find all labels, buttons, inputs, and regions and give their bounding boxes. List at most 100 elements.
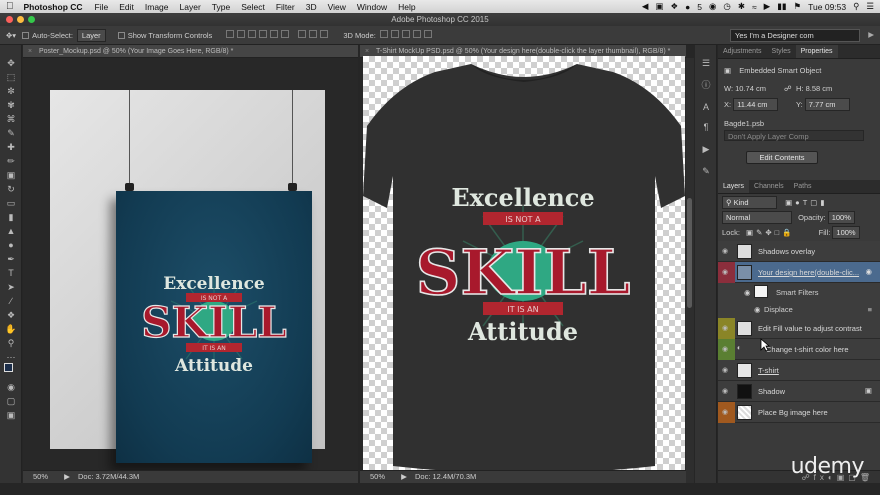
align-top-icon[interactable] [226, 30, 235, 38]
layer-your-design[interactable]: ◉ Your design here(double-clic... ◉ [718, 262, 880, 339]
crop-tool-icon[interactable]: ⌘ [5, 113, 17, 125]
filter-effects-icon[interactable]: ◉ [865, 267, 872, 276]
actions-panel-icon[interactable]: ▶ [700, 143, 712, 155]
time-machine-icon[interactable]: ◷ [723, 1, 730, 12]
fill-value[interactable]: 100% [832, 226, 860, 239]
quick-mask-icon[interactable]: ◉ [5, 381, 17, 393]
layer-thumbnail[interactable] [737, 363, 752, 378]
dropbox-icon[interactable]: ❖ [671, 1, 679, 12]
blur-tool-icon[interactable]: ▲ [5, 225, 17, 237]
displace-filter-row[interactable]: ◉ Displace ≡ [718, 301, 880, 318]
y-value[interactable]: 7.77 cm [804, 98, 850, 111]
visibility-eye-icon[interactable]: ◉ [722, 345, 732, 353]
align-right-icon[interactable] [281, 30, 290, 38]
zoom-window-icon[interactable] [28, 16, 35, 23]
menu-layer[interactable]: Layer [180, 2, 201, 12]
menu-3d[interactable]: 3D [306, 2, 317, 12]
filter-options-icon[interactable]: ≡ [868, 305, 872, 314]
status-triangle-icon[interactable]: ◀ [642, 1, 649, 12]
link-icon[interactable]: ☍ [784, 84, 792, 93]
distribute-v-icon[interactable] [309, 30, 318, 38]
eyedropper-tool-icon[interactable]: ✎ [5, 127, 17, 139]
workspace-selector[interactable]: Yes I'm a Designer com [730, 29, 860, 42]
fill-layer-icon[interactable]: ◐ [737, 343, 742, 352]
stamp-tool-icon[interactable]: ▣ [5, 169, 17, 181]
brush-tool-icon[interactable]: ✏ [5, 155, 17, 167]
doc-tab-poster[interactable]: × Poster_Mockup.psd @ 50% (Your Image Goe… [23, 45, 358, 58]
auto-select-dropdown[interactable]: Layer [76, 28, 106, 42]
layer-thumbnail[interactable] [737, 321, 752, 336]
scrollbar-thumb[interactable] [687, 198, 692, 308]
hand-tool-icon[interactable]: ✋ [5, 323, 17, 335]
visibility-eye-icon[interactable]: ◉ [722, 366, 732, 374]
tab-styles[interactable]: Styles [767, 45, 796, 58]
menu-edit[interactable]: Edit [119, 2, 134, 12]
brushes-panel-icon[interactable]: ✎ [700, 165, 712, 177]
path-select-tool-icon[interactable]: ➤ [5, 281, 17, 293]
align-center-icon[interactable] [270, 30, 279, 38]
pen-tool-icon[interactable]: ✒ [5, 253, 17, 265]
layer-thumbnail[interactable] [737, 244, 752, 259]
spotlight-icon[interactable]: ⚲ [853, 1, 859, 12]
displace-eye-icon[interactable]: ◉ [754, 305, 761, 314]
menu-view[interactable]: View [328, 2, 346, 12]
foreground-color-swatch[interactable] [4, 363, 13, 372]
screen-mode-alt-icon[interactable]: ▣ [5, 409, 17, 421]
menu-filter[interactable]: Filter [276, 2, 295, 12]
close-tab-icon[interactable]: × [28, 45, 32, 58]
vertical-scrollbar[interactable] [686, 58, 694, 483]
smart-filter-eye-icon[interactable]: ◉ [744, 288, 751, 297]
status-arrow-icon[interactable]: ▶ [64, 472, 70, 481]
type-tool-icon[interactable]: T [5, 267, 17, 279]
zoom-level[interactable]: 50% [370, 472, 385, 481]
filter-icons[interactable]: ▣●T▢▮ [785, 198, 827, 207]
zoom-level[interactable]: 50% [33, 472, 48, 481]
visibility-eye-icon[interactable]: ◉ [722, 268, 732, 276]
status-square-icon[interactable]: ▣ [655, 1, 663, 12]
quick-select-tool-icon[interactable]: ✾ [5, 99, 17, 111]
kind-filter-dropdown[interactable]: ⚲ Kind [722, 196, 777, 209]
align-left-icon[interactable] [259, 30, 268, 38]
panel-toggle-icon[interactable]: ▶ [868, 30, 874, 39]
3d-tool-icon[interactable]: ❖ [5, 309, 17, 321]
menu-help[interactable]: Help [398, 2, 415, 12]
flag-icon[interactable]: ⚑ [794, 1, 802, 12]
character-panel-icon[interactable]: A [700, 101, 712, 113]
volume-icon[interactable]: ▶ [764, 1, 771, 12]
3d-drag-icon[interactable] [401, 30, 410, 38]
tshirt-canvas[interactable]: Excellence IS NOT A SKILL IT IS AN Attit… [363, 56, 685, 476]
eraser-tool-icon[interactable]: ▭ [5, 197, 17, 209]
layer-shadow[interactable]: ◉ Shadow ▣ [718, 381, 880, 402]
3d-rotate-icon[interactable] [379, 30, 388, 38]
3d-slide-icon[interactable] [412, 30, 421, 38]
move-tool-preset-icon[interactable]: ✥▾ [6, 31, 16, 40]
smart-object-thumbnail[interactable] [737, 265, 752, 280]
wifi-icon[interactable]: ≈ [752, 2, 757, 12]
layer-tshirt[interactable]: ◉ T-shirt [718, 360, 880, 381]
tab-paths[interactable]: Paths [789, 180, 817, 193]
layer-place-bg[interactable]: ◉ Place Bg image here [718, 402, 880, 423]
layer-edit-fill[interactable]: ◉ Edit Fill value to adjust contrast [718, 318, 880, 339]
layer-change-color[interactable]: ◉ ◐ Change t-shirt color here [718, 339, 880, 360]
filter-mask-thumbnail[interactable] [754, 285, 768, 298]
x-value[interactable]: 11.44 cm [733, 98, 779, 111]
tab-adjustments[interactable]: Adjustments [718, 45, 767, 58]
distribute-icon[interactable] [298, 30, 307, 38]
history-brush-tool-icon[interactable]: ↻ [5, 183, 17, 195]
distribute-h-icon[interactable] [320, 30, 329, 38]
visibility-eye-icon[interactable]: ◉ [722, 324, 732, 332]
layer-comp-dropdown[interactable]: Don't Apply Layer Comp [724, 130, 864, 141]
visibility-eye-icon[interactable]: ◉ [722, 247, 732, 255]
tab-layers[interactable]: Layers [718, 180, 750, 193]
status-dot-icon[interactable]: ● [685, 2, 690, 12]
history-panel-icon[interactable]: ☰ [700, 57, 712, 69]
tab-properties[interactable]: Properties [795, 45, 838, 58]
healing-tool-icon[interactable]: ✚ [5, 141, 17, 153]
dodge-tool-icon[interactable]: ● [5, 239, 17, 251]
tab-channels[interactable]: Channels [749, 180, 789, 193]
menu-type[interactable]: Type [212, 2, 230, 12]
blend-mode-dropdown[interactable]: Normal [722, 211, 792, 224]
close-window-icon[interactable] [6, 16, 13, 23]
auto-select-checkbox[interactable] [22, 31, 30, 39]
layer-thumbnail[interactable] [737, 405, 752, 420]
